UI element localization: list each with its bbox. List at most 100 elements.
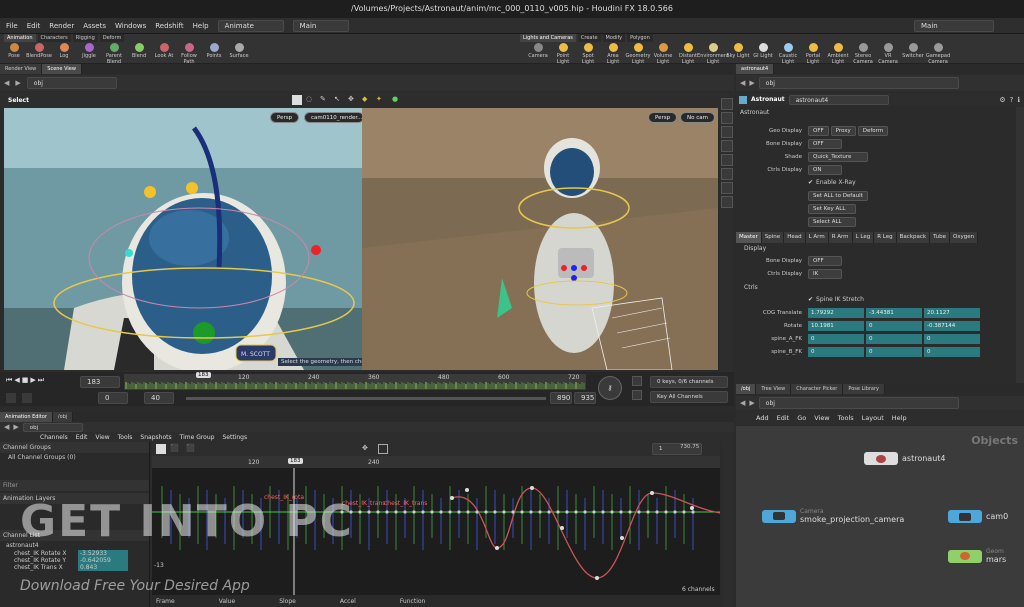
viewport-path[interactable]: obj <box>26 77 117 89</box>
gear-icon[interactable]: ⚙ <box>999 96 1005 104</box>
anim-forward-icon[interactable]: ▶ <box>13 423 18 431</box>
spine-a-x[interactable]: 0 <box>808 333 864 344</box>
current-frame-field[interactable]: 183 <box>80 376 120 388</box>
move-tool-icon[interactable]: ✥ <box>348 95 354 103</box>
arrow-tool-icon[interactable]: ↖ <box>334 95 340 103</box>
channel-row-2[interactable]: chest_IK Rotate Y -0.642059 <box>0 557 149 564</box>
tool-stereo-camera[interactable]: Stereo Camera <box>851 43 875 65</box>
shelf-tab-deform[interactable]: Deform <box>99 34 125 42</box>
right-persp-button[interactable]: Persp <box>648 112 678 123</box>
anim-editor-path[interactable]: obj <box>22 422 83 432</box>
menu-windows[interactable]: Windows <box>115 22 146 30</box>
range-slider[interactable] <box>186 397 546 400</box>
tool-sky-light[interactable]: Sky Light <box>726 43 750 65</box>
menu-help[interactable]: Help <box>193 22 209 30</box>
param-forward-icon[interactable]: ▶ <box>749 79 754 87</box>
tab-astronaut4[interactable]: astronaut4 <box>736 64 775 74</box>
ctrls-display2-select[interactable]: IK <box>808 268 842 279</box>
spine-a-y[interactable]: 0 <box>866 333 922 344</box>
spine-b-y[interactable]: 0 <box>866 346 922 357</box>
end2-frame-field[interactable]: 935 <box>574 392 596 404</box>
tab-render-view[interactable]: Render View <box>0 64 43 74</box>
rotate-x[interactable]: 10.1981 <box>808 320 864 331</box>
xray-checkbox[interactable]: ✔ <box>808 179 813 186</box>
tab-network-obj[interactable]: /obj <box>736 384 757 394</box>
view-tool-icon[interactable]: ● <box>392 95 398 103</box>
shelf-tab-characters[interactable]: Characters <box>37 34 71 42</box>
net-menu-add[interactable]: Add <box>756 414 769 422</box>
spine-ik-checkbox[interactable]: ✔ <box>808 296 813 303</box>
start2-frame-field[interactable]: 40 <box>144 392 174 404</box>
menu-redshift[interactable]: Redshift <box>155 22 183 30</box>
menu-anim-edit[interactable]: Edit <box>76 434 88 441</box>
spine-a-z[interactable]: 0 <box>924 333 980 344</box>
shelf-tab-modify[interactable]: Modify <box>602 34 626 42</box>
tab-r-leg[interactable]: R Leg <box>874 232 897 243</box>
main-selector-right[interactable]: Main <box>914 19 994 32</box>
menu-anim-settings[interactable]: Settings <box>222 434 247 441</box>
param-scrollbar[interactable] <box>1016 107 1024 383</box>
wireframe-icon[interactable] <box>720 126 733 138</box>
tool-parent-blend[interactable]: Parent Blend <box>102 43 126 65</box>
tab-r-arm[interactable]: R Arm <box>828 232 853 243</box>
graph-frame-icon[interactable]: ✥ <box>362 444 368 452</box>
left-camera-button[interactable]: cam0110_render... <box>304 112 362 123</box>
tab-master[interactable]: Master <box>736 232 762 243</box>
tab-tree-view[interactable]: Tree View <box>756 384 792 394</box>
net-menu-view[interactable]: View <box>814 414 829 422</box>
set-all-default-button[interactable]: Set ALL to Default <box>808 190 868 201</box>
shelf-tab-create[interactable]: Create <box>577 34 601 42</box>
menu-anim-tools[interactable]: Tools <box>118 434 133 441</box>
graph-key-icon[interactable]: ⬛ <box>170 444 179 452</box>
node-smoke-projection-camera[interactable]: Camera smoke_projection_camera <box>762 508 904 524</box>
network-canvas[interactable]: Objects astronaut4 Camera smoke_projecti… <box>736 426 1024 607</box>
select-all-button[interactable]: Select ALL <box>808 216 856 227</box>
info-icon[interactable]: ℹ <box>1017 96 1020 104</box>
step-back-icon[interactable]: ◀ <box>14 376 19 385</box>
tab-l-arm[interactable]: L Arm <box>805 232 829 243</box>
key-options-icon[interactable] <box>632 390 642 400</box>
jump-end-icon[interactable]: ⏭ <box>38 376 44 385</box>
net-menu-go[interactable]: Go <box>797 414 806 422</box>
param-path[interactable]: obj <box>758 77 959 89</box>
tool-follow-path[interactable]: Follow Path <box>177 43 201 65</box>
tool-log[interactable]: Log <box>52 43 76 65</box>
node-mars[interactable]: Geom mars <box>948 548 1006 564</box>
geo-display-deform[interactable]: Deform <box>857 125 889 136</box>
net-menu-edit[interactable]: Edit <box>777 414 790 422</box>
cog-translate-z[interactable]: 20.1127 <box>924 307 980 318</box>
display-option-icon[interactable] <box>720 98 733 110</box>
tab-scene-view[interactable]: Scene View <box>42 64 82 74</box>
rotate-z[interactable]: -0.387144 <box>924 320 980 331</box>
key-icon[interactable]: ⚷ <box>598 376 622 400</box>
tool-point-light[interactable]: Point Light <box>551 43 575 65</box>
start-frame-field[interactable]: 0 <box>98 392 128 404</box>
jump-start-icon[interactable]: ⏮ <box>6 376 12 385</box>
tab-tube[interactable]: Tube <box>930 232 950 243</box>
menu-snapshots[interactable]: Snapshots <box>140 434 171 441</box>
tool-volume-light[interactable]: Volume Light <box>651 43 675 65</box>
right-viewport[interactable]: Persp No cam <box>362 108 718 370</box>
tab-l-leg[interactable]: L Leg <box>852 232 875 243</box>
tool-spot-light[interactable]: Spot Light <box>576 43 600 65</box>
key-all-channels-button[interactable]: Key All Channels <box>650 391 728 403</box>
tool-look-at[interactable]: Look At <box>152 43 176 65</box>
camera-lock-icon[interactable] <box>720 182 733 194</box>
tool-gi-light[interactable]: GI Light <box>751 43 775 65</box>
menu-file[interactable]: File <box>6 22 18 30</box>
net-menu-tools[interactable]: Tools <box>838 414 854 422</box>
cog-translate-y[interactable]: -3.44381 <box>866 307 922 318</box>
tool-gamepad-camera[interactable]: Gamepad Camera <box>926 43 950 65</box>
tab-head[interactable]: Head <box>784 232 806 243</box>
node-name-field[interactable]: astronaut4 <box>788 94 889 105</box>
key-filter-icon[interactable] <box>632 376 642 386</box>
bone-display-select[interactable]: OFF <box>808 138 842 149</box>
network-forward-icon[interactable]: ▶ <box>749 399 754 407</box>
menu-channels[interactable]: Channels <box>40 434 68 441</box>
timeline-current-frame-marker[interactable]: 183 <box>196 372 211 378</box>
loop-icon[interactable] <box>6 393 16 403</box>
pose-tool-icon[interactable]: ✦ <box>376 95 382 103</box>
tool-jiggle[interactable]: Jiggle <box>77 43 101 65</box>
anim-back-icon[interactable]: ◀ <box>4 423 9 431</box>
tab-character-picker[interactable]: Character Picker <box>791 384 844 394</box>
